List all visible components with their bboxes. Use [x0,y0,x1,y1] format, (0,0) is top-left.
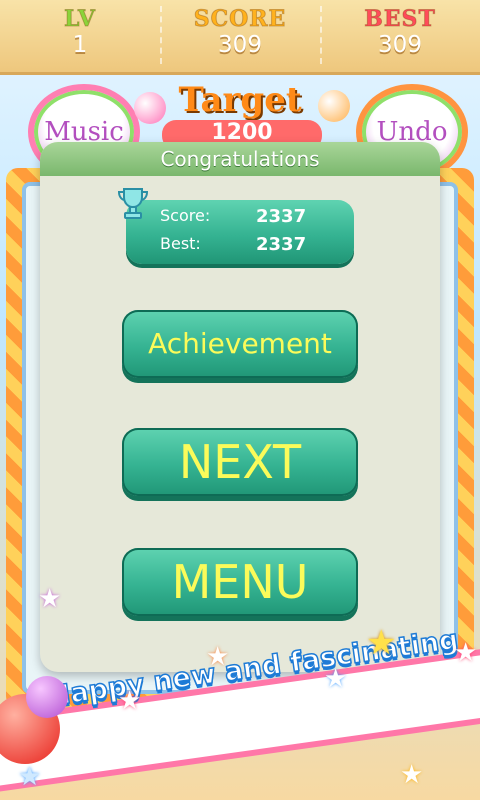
star-icon: ★ [454,638,478,668]
best-label: BEST [364,6,436,33]
best-value: 309 [378,32,422,58]
star-icon: ★ [366,623,397,663]
score-stat: SCORE 309 [160,0,320,72]
dialog-title: Congratulations [40,142,440,176]
target-title: Target [178,80,302,120]
star-icon: ★ [18,762,42,792]
star-icon: ★ [118,686,142,716]
star-icon: ★ [38,584,62,614]
best-stat: BEST 309 [320,0,480,72]
dialog-best-label: Best: [160,234,201,253]
level-stat: LV 1 [0,0,160,72]
menu-button[interactable]: MENU [122,548,358,616]
lollipop-icon [318,90,350,122]
star-icon: ★ [206,642,230,672]
level-complete-dialog: Congratulations Score: 2337 Best: 2337 A… [40,142,440,672]
score-label: SCORE [193,6,287,33]
star-icon: ★ [400,760,424,790]
level-label: LV [64,6,96,33]
level-value: 1 [72,32,88,58]
purple-candy-icon [26,676,68,718]
score-card: Score: 2337 Best: 2337 [118,188,354,264]
next-label: NEXT [178,435,302,489]
star-icon: ★ [324,664,348,694]
menu-label: MENU [171,555,309,609]
dialog-best-row: Best: 2337 [160,234,340,255]
dialog-score-value: 2337 [256,206,307,227]
achievement-label: Achievement [148,327,332,360]
dialog-score-label: Score: [160,206,211,225]
score-value: 309 [218,32,262,58]
dialog-score-row: Score: 2337 [160,206,340,227]
achievement-button[interactable]: Achievement [122,310,358,378]
next-button[interactable]: NEXT [122,428,358,496]
dialog-best-value: 2337 [256,234,307,255]
hud-bar: LV 1 SCORE 309 BEST 309 [0,0,480,72]
trophy-icon [118,188,148,219]
